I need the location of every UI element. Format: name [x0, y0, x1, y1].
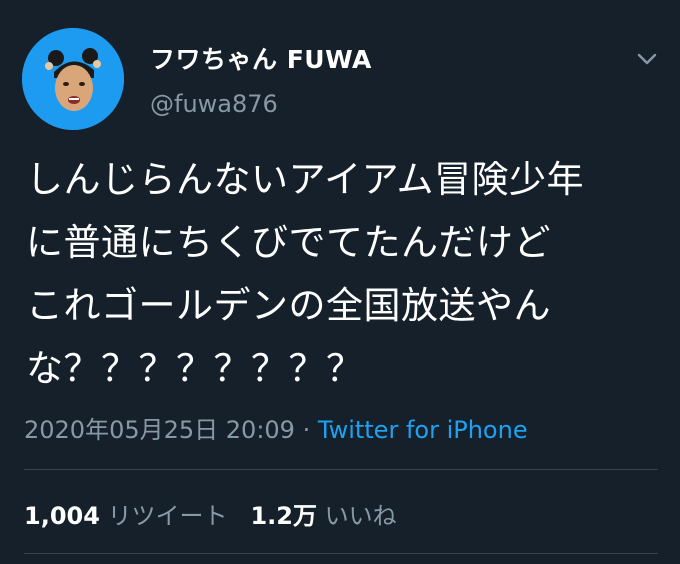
- source-link[interactable]: Twitter for iPhone: [318, 416, 528, 444]
- chevron-down-icon[interactable]: [630, 44, 664, 74]
- display-name[interactable]: フワちゃん FUWA: [150, 40, 372, 76]
- retweets-label: リツイート: [107, 502, 228, 530]
- likes-count: 1.2万: [250, 502, 317, 530]
- retweets-count: 1,004: [24, 502, 100, 530]
- retweets-stat[interactable]: 1,004 リツイート: [24, 502, 228, 530]
- likes-label: いいね: [324, 502, 397, 530]
- tweet-text: しんじらんないアイアム冒険少年 に普通にちくびでてたんだけど これゴールデンの全…: [26, 148, 666, 400]
- likes-stat[interactable]: 1.2万 いいね: [250, 502, 396, 530]
- meta-separator: ·: [302, 416, 311, 444]
- tweet-stats: 1,004 リツイート 1.2万 いいね: [24, 496, 397, 531]
- tweet-meta: 2020年05月25日 20:09 · Twitter for iPhone: [24, 410, 528, 445]
- tweet-text-line: に普通にちくびでてたんだけど: [26, 221, 551, 264]
- tweet-text-line: しんじらんないアイアム冒険少年: [26, 158, 585, 201]
- user-handle[interactable]: @fuwa876: [150, 90, 278, 118]
- tweet-card: フワちゃん FUWA @fuwa876 しんじらんないアイアム冒険少年 に普通に…: [0, 0, 680, 564]
- avatar-photo-icon: [22, 28, 124, 130]
- tweet-text-line: これゴールデンの全国放送やん: [26, 284, 551, 327]
- tweet-text-line: な？？？？？？？？: [26, 347, 364, 390]
- timestamp[interactable]: 2020年05月25日 20:09: [24, 416, 295, 444]
- divider: [24, 553, 658, 554]
- avatar[interactable]: [22, 28, 124, 130]
- divider: [24, 469, 658, 470]
